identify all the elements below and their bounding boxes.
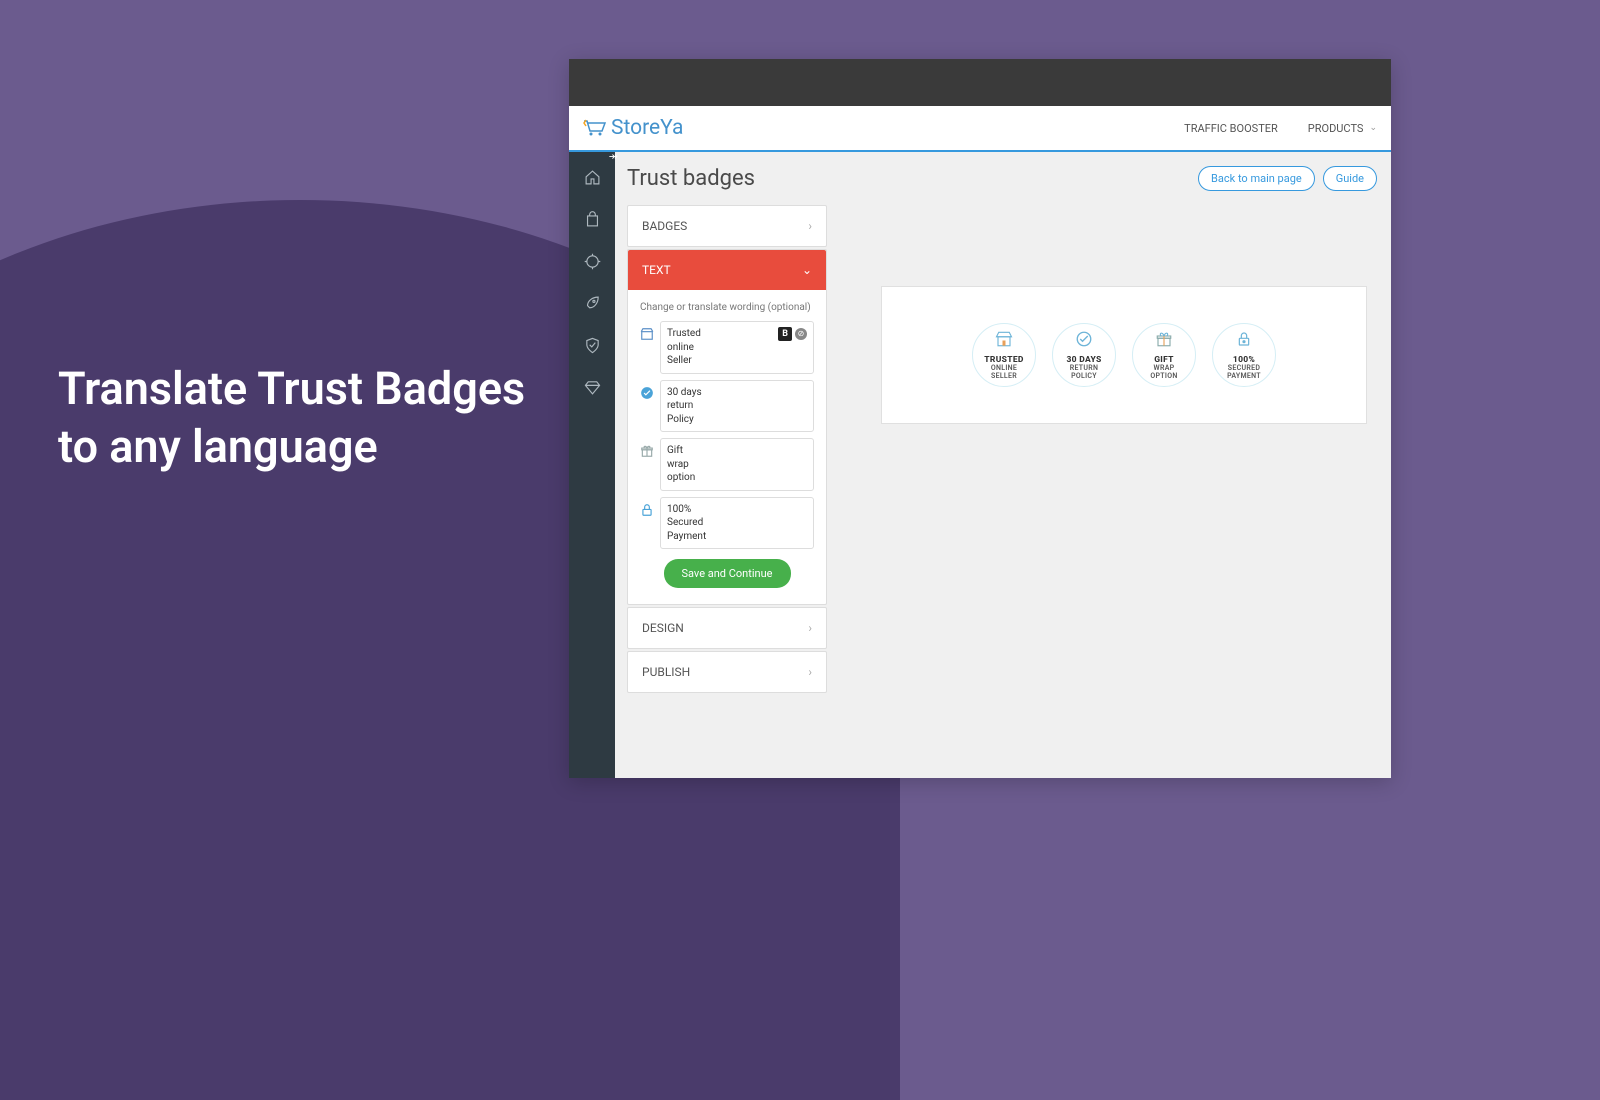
clear-icon[interactable]: ⊘ bbox=[795, 328, 807, 340]
nav-traffic-booster[interactable]: TRAFFIC BOOSTER bbox=[1184, 122, 1278, 135]
text-input-30days[interactable]: 30 days return Policy bbox=[660, 380, 814, 433]
accordion-design[interactable]: DESIGN› bbox=[627, 607, 827, 649]
bold-icon[interactable]: B bbox=[778, 327, 792, 341]
top-nav-bar: StoreYa TRAFFIC BOOSTER PRODUCTS⌄ bbox=[569, 106, 1391, 152]
checkmark-icon bbox=[640, 386, 654, 400]
page-title: Trust badges bbox=[627, 166, 755, 191]
accordion-publish[interactable]: PUBLISH› bbox=[627, 651, 827, 693]
accordion-text: TEXT⌄ Change or translate wording (optio… bbox=[627, 249, 827, 605]
lock-icon bbox=[640, 503, 654, 517]
checkmark-icon bbox=[1075, 330, 1093, 352]
store-icon bbox=[994, 330, 1014, 352]
text-input-trusted[interactable]: Trusted online Seller B ⊘ bbox=[660, 321, 814, 374]
logo[interactable]: StoreYa bbox=[583, 116, 683, 140]
chevron-down-icon: ⌄ bbox=[1369, 123, 1377, 133]
nav-products[interactable]: PRODUCTS⌄ bbox=[1308, 122, 1377, 135]
left-sidebar: ↠ bbox=[569, 152, 615, 778]
chevron-down-icon: ⌄ bbox=[802, 263, 812, 277]
gift-icon bbox=[640, 444, 654, 458]
field-secure: 100% Secured Payment bbox=[640, 497, 814, 550]
browser-chrome-bar bbox=[569, 59, 1391, 106]
preview-area: Back to main page Guide TRUSTED ONLINE S… bbox=[839, 152, 1391, 778]
text-input-secure[interactable]: 100% Secured Payment bbox=[660, 497, 814, 550]
sidebar-rocket-icon[interactable] bbox=[569, 282, 615, 324]
text-input-gift[interactable]: Gift wrap option bbox=[660, 438, 814, 491]
save-continue-button[interactable]: Save and Continue bbox=[664, 559, 791, 588]
field-30days: 30 days return Policy bbox=[640, 380, 814, 433]
preview-badge-secure: 100% SECURED PAYMENT bbox=[1205, 323, 1283, 387]
sidebar-shield-icon[interactable] bbox=[569, 324, 615, 366]
app-window: StoreYa TRAFFIC BOOSTER PRODUCTS⌄ ↠ Trus… bbox=[569, 59, 1391, 778]
chevron-right-icon: › bbox=[808, 621, 812, 635]
accordion-text-header[interactable]: TEXT⌄ bbox=[628, 250, 826, 290]
cart-icon bbox=[583, 119, 607, 137]
config-panel: Trust badges BADGES› TEXT⌄ Change or tra… bbox=[615, 152, 839, 778]
field-trusted: Trusted online Seller B ⊘ bbox=[640, 321, 814, 374]
lock-icon bbox=[1236, 330, 1252, 352]
preview-badge-gift: GIFT WRAP OPTION bbox=[1125, 323, 1203, 387]
sidebar-target-icon[interactable] bbox=[569, 240, 615, 282]
expand-sidebar-icon[interactable]: ↠ bbox=[609, 150, 618, 163]
store-icon bbox=[640, 327, 654, 341]
logo-text: StoreYa bbox=[611, 116, 683, 140]
headline-text: Translate Trust Badges to any language bbox=[58, 360, 525, 475]
guide-button[interactable]: Guide bbox=[1323, 166, 1377, 191]
gift-icon bbox=[1155, 330, 1173, 352]
chevron-right-icon: › bbox=[808, 219, 812, 233]
back-button[interactable]: Back to main page bbox=[1198, 166, 1315, 191]
preview-badge-trusted: TRUSTED ONLINE SELLER bbox=[965, 323, 1043, 387]
help-text: Change or translate wording (optional) bbox=[640, 302, 814, 313]
accordion-badges[interactable]: BADGES› bbox=[627, 205, 827, 247]
badges-preview-card: TRUSTED ONLINE SELLER 30 DAYS RETURN POL… bbox=[881, 286, 1367, 424]
sidebar-store-icon[interactable] bbox=[569, 198, 615, 240]
preview-badge-30days: 30 DAYS RETURN POLICY bbox=[1045, 323, 1123, 387]
sidebar-diamond-icon[interactable] bbox=[569, 366, 615, 408]
field-gift: Gift wrap option bbox=[640, 438, 814, 491]
chevron-right-icon: › bbox=[808, 665, 812, 679]
